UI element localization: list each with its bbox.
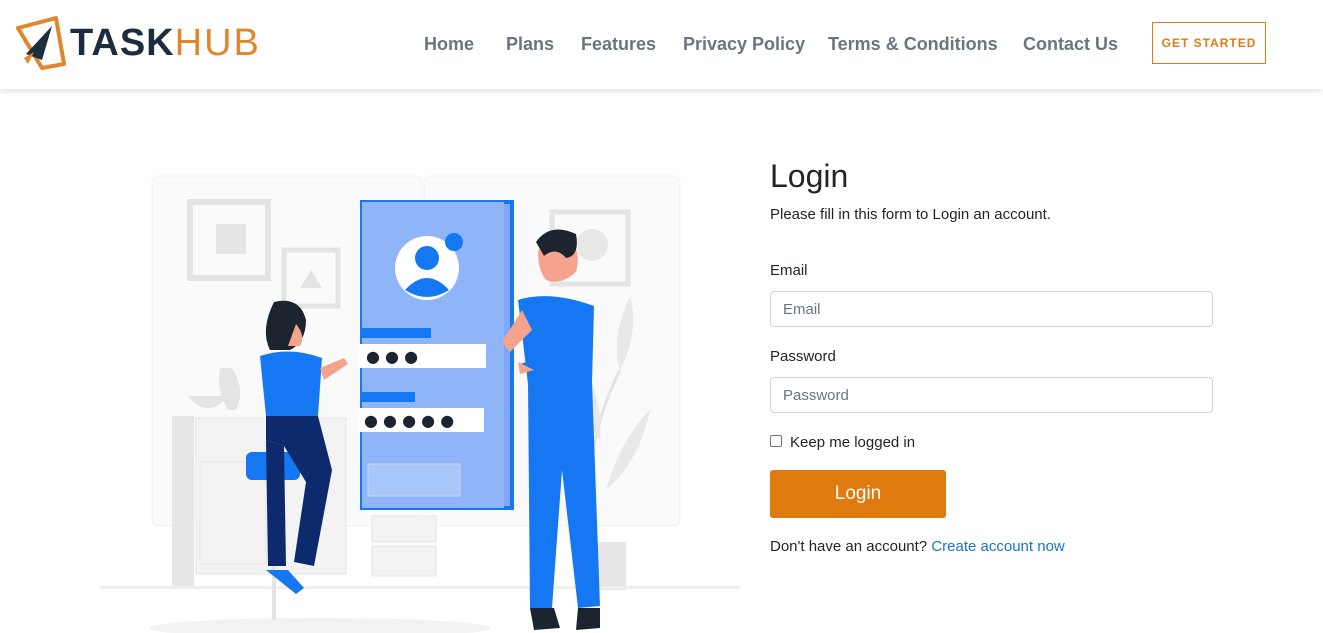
nav-privacy-policy[interactable]: Privacy Policy <box>683 32 805 56</box>
nav-plans[interactable]: Plans <box>506 32 554 56</box>
login-button[interactable]: Login <box>770 470 946 518</box>
password-label: Password <box>770 348 836 365</box>
remember-me-checkbox[interactable] <box>770 435 782 447</box>
remember-me-label[interactable]: Keep me logged in <box>790 434 915 451</box>
nav-features[interactable]: Features <box>581 32 656 56</box>
password-input[interactable] <box>770 377 1213 413</box>
login-illustration: ● ● ● ● ● ● ● ● <box>100 175 740 633</box>
email-label: Email <box>770 262 808 279</box>
signup-prompt-row: Don't have an account? Create account no… <box>770 538 1065 555</box>
password-mask-1: ● ● ● <box>366 347 418 366</box>
get-started-button[interactable]: GET STARTED <box>1152 22 1266 64</box>
nav-contact-us[interactable]: Contact Us <box>1023 32 1118 56</box>
email-input[interactable] <box>770 291 1213 327</box>
signup-prompt: Don't have an account? <box>770 538 928 555</box>
password-mask-2: ● ● ● ● ● <box>364 411 454 430</box>
login-title: Login <box>770 158 849 194</box>
nav-terms-conditions[interactable]: Terms & Conditions <box>828 32 998 56</box>
create-account-link[interactable]: Create account now <box>931 538 1064 555</box>
login-subtitle: Please fill in this form to Login an acc… <box>770 206 1051 223</box>
nav-home[interactable]: Home <box>424 32 474 56</box>
site-header: TASKHUB Home Plans Features Privacy Poli… <box>0 0 1323 89</box>
main-nav: Home Plans Features Privacy Policy Terms… <box>0 32 1323 56</box>
